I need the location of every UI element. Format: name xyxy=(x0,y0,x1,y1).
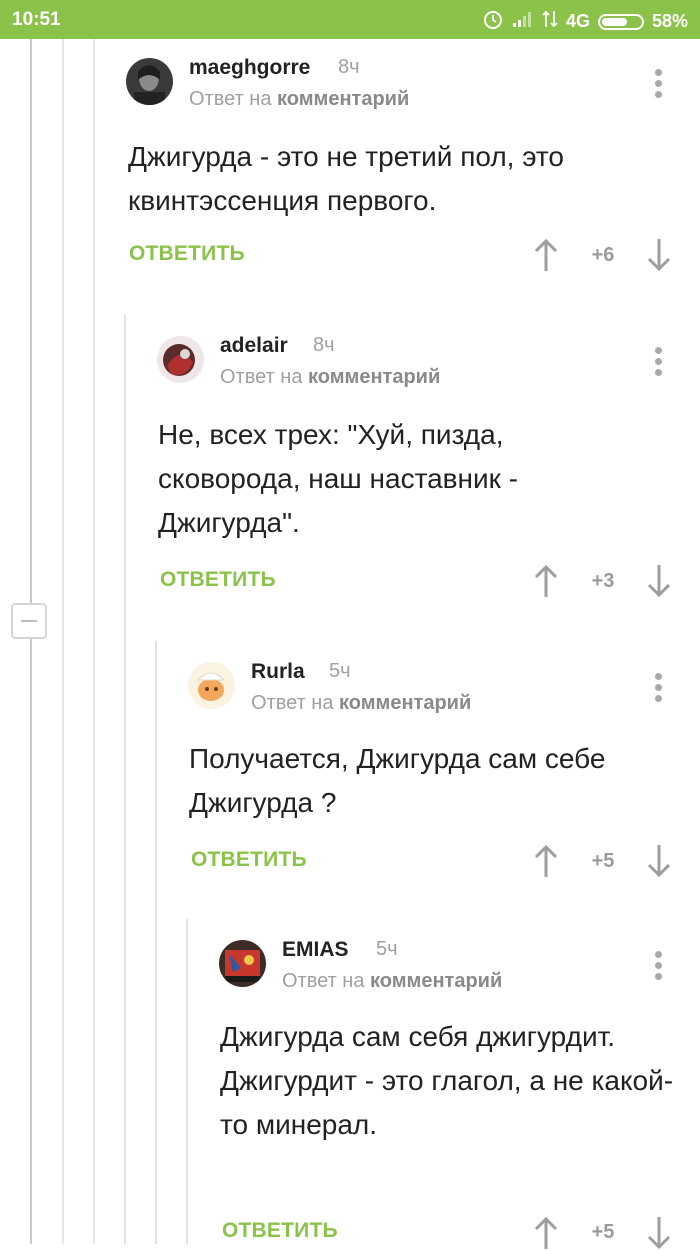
comment-text: Джигурда сам себя джигурдит. Джигурдит -… xyxy=(220,1021,674,1140)
upvote-arrow-icon[interactable] xyxy=(532,843,560,879)
comment-text: Не, всех трех: "Хуй, пизда, сковорода, н… xyxy=(158,419,518,538)
author-name[interactable]: maeghgorre xyxy=(189,56,310,80)
comment-text: Получается, Джигурда сам себе Джигурда ? xyxy=(189,743,606,818)
avatar[interactable] xyxy=(126,58,173,105)
battery-percent: 58% xyxy=(651,11,688,31)
alarm-icon xyxy=(482,8,504,35)
downvote-arrow-icon[interactable] xyxy=(645,237,673,273)
reply-target-link[interactable]: комментарий xyxy=(339,692,471,714)
more-options-icon[interactable] xyxy=(646,948,670,984)
reply-button[interactable]: ОТВЕТИТЬ xyxy=(129,242,245,266)
comment-text: Джигурда - это не третий пол, это квинтэ… xyxy=(128,141,564,216)
author-name[interactable]: Rurla xyxy=(251,660,305,684)
reply-to-info: Ответ на комментарий xyxy=(220,366,440,389)
reply-button[interactable]: ОТВЕТИТЬ xyxy=(222,1219,338,1243)
reply-button[interactable]: ОТВЕТИТЬ xyxy=(160,568,276,592)
downvote-arrow-icon[interactable] xyxy=(645,1215,673,1251)
battery-icon xyxy=(597,13,644,30)
comment: EMIAS 5ч Ответ на комментарий Джигурда с… xyxy=(0,919,700,1250)
upvote-arrow-icon[interactable] xyxy=(532,563,560,599)
reply-label: Ответ на xyxy=(220,366,303,388)
comment-rating: +5 xyxy=(591,850,615,872)
comment-time: 5ч xyxy=(376,938,398,960)
reply-label: Ответ на xyxy=(282,970,365,992)
more-options-icon[interactable] xyxy=(646,344,670,380)
status-time: 10:51 xyxy=(12,9,61,30)
downvote-arrow-icon[interactable] xyxy=(645,843,673,879)
upvote-arrow-icon[interactable] xyxy=(532,1215,560,1251)
comment-rating: +6 xyxy=(591,244,615,266)
reply-to-info: Ответ на комментарий xyxy=(251,692,471,715)
comment: maeghgorre 8ч Ответ на комментарий Джигу… xyxy=(0,39,700,299)
reply-button[interactable]: ОТВЕТИТЬ xyxy=(191,848,307,872)
network-type: 4G xyxy=(565,11,590,31)
author-name[interactable]: adelair xyxy=(220,334,288,358)
upvote-arrow-icon[interactable] xyxy=(532,237,560,273)
avatar[interactable] xyxy=(188,662,235,709)
reply-label: Ответ на xyxy=(189,88,272,110)
downvote-arrow-icon[interactable] xyxy=(645,563,673,599)
reply-to-info: Ответ на комментарий xyxy=(282,970,502,993)
comment-rating: +5 xyxy=(591,1221,615,1243)
reply-label: Ответ на xyxy=(251,692,334,714)
comment-time: 5ч xyxy=(329,660,351,682)
comment-time: 8ч xyxy=(313,334,335,356)
reply-target-link[interactable]: комментарий xyxy=(277,88,409,110)
comment-time: 8ч xyxy=(338,56,360,78)
comment: adelair 8ч Ответ на комментарий Не, всех… xyxy=(0,315,700,1244)
status-icons: 4G 58% xyxy=(482,8,688,35)
reply-to-info: Ответ на комментарий xyxy=(189,88,409,111)
avatar[interactable] xyxy=(219,940,266,987)
comment-rating: +3 xyxy=(591,570,615,592)
more-options-icon[interactable] xyxy=(646,670,670,706)
status-bar: 10:51 4G 58% xyxy=(0,0,700,39)
avatar[interactable] xyxy=(157,336,204,383)
author-name[interactable]: EMIAS xyxy=(282,938,349,962)
more-options-icon[interactable] xyxy=(646,66,670,102)
signal-icon xyxy=(512,10,534,33)
reply-target-link[interactable]: комментарий xyxy=(308,366,440,388)
reply-target-link[interactable]: комментарий xyxy=(370,970,502,992)
comment: Rurla 5ч Ответ на комментарий Получается… xyxy=(0,641,700,1244)
data-arrows-icon xyxy=(542,9,558,34)
